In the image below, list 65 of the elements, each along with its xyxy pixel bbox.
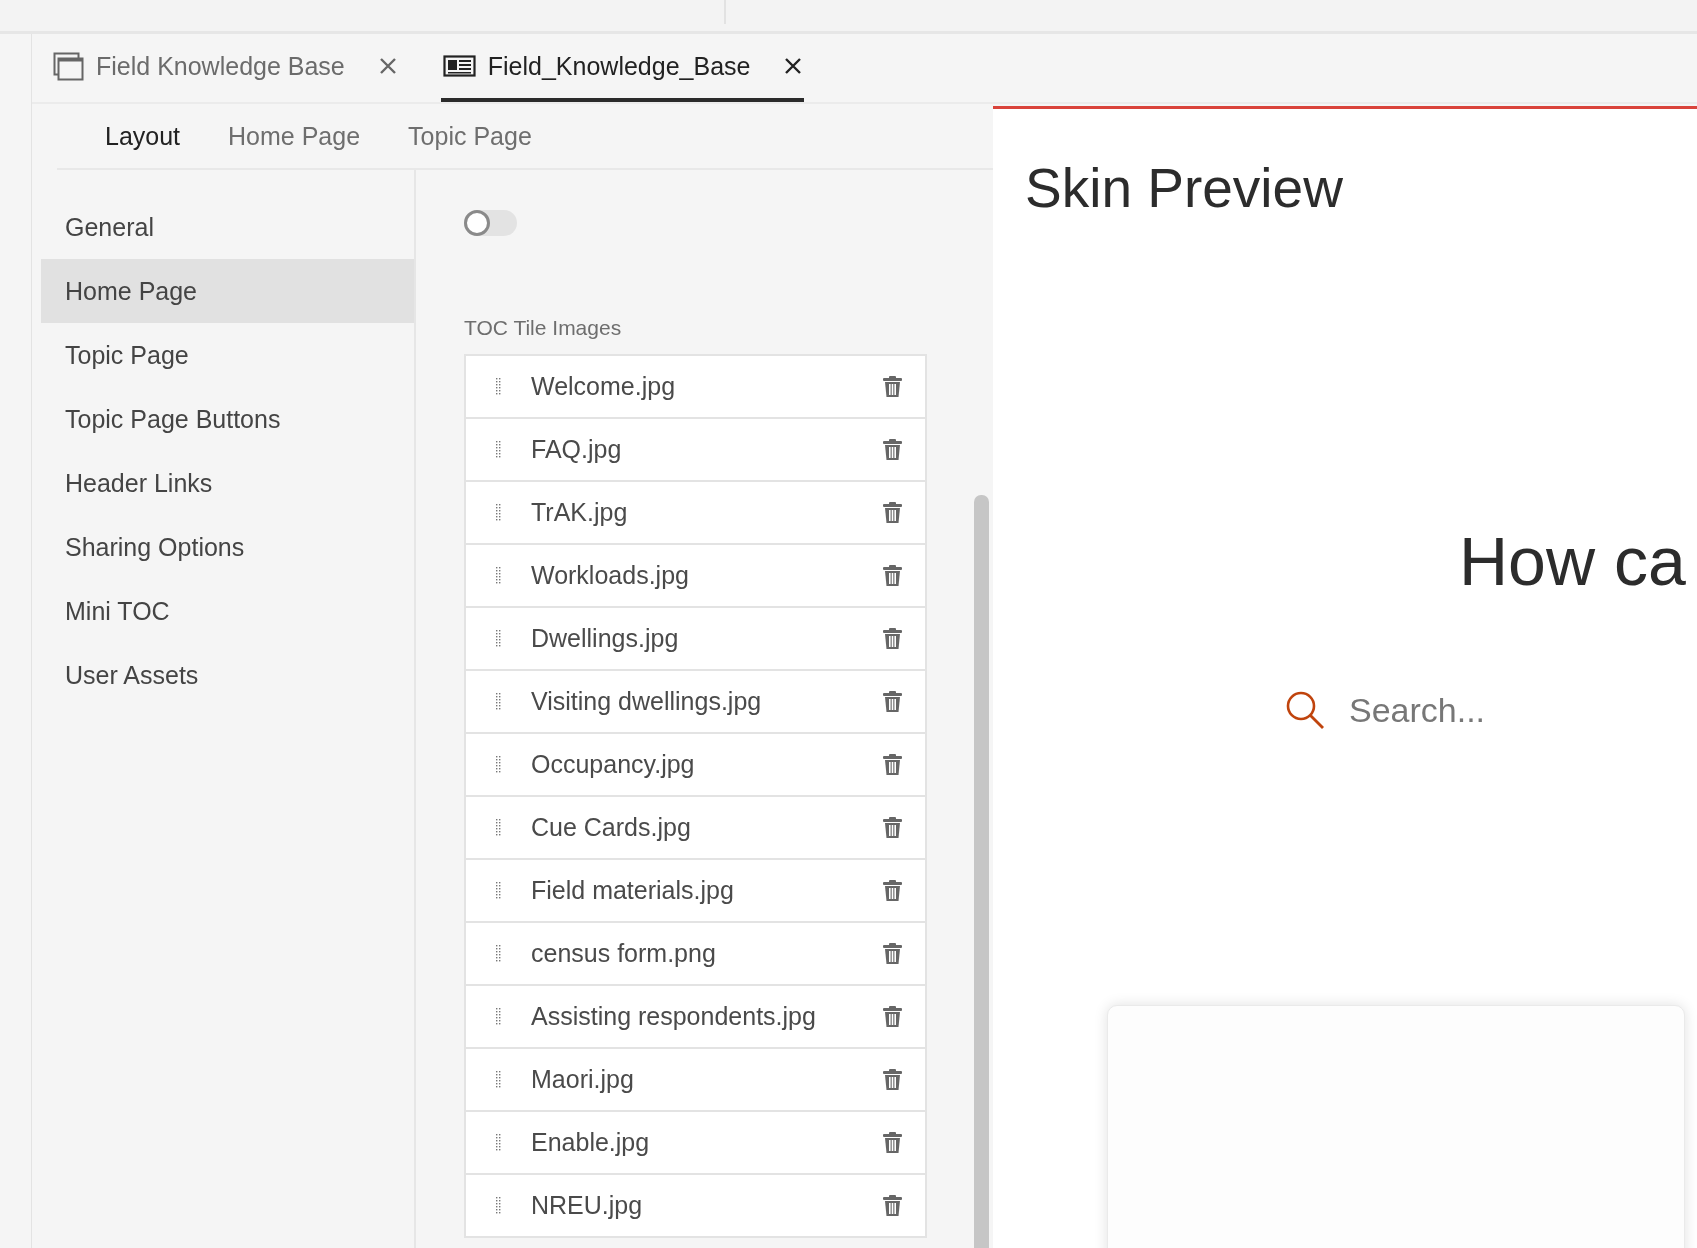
trash-icon[interactable] [883,1006,902,1027]
drag-handle-icon[interactable] [496,1008,501,1025]
preview-title: Skin Preview [1025,161,1344,216]
tab[interactable]: Field Knowledge Base [51,34,399,102]
file-name: NREU.jpg [531,1191,644,1220]
drag-handle-icon[interactable] [496,945,501,962]
sidebar-item[interactable]: Home Page [41,259,414,323]
drag-handle-icon[interactable] [496,567,501,584]
file-name: Visiting dwellings.jpg [531,687,763,716]
drag-handle-icon[interactable] [496,1071,501,1088]
file-name: Occupancy.jpg [531,750,696,779]
trash-icon[interactable] [883,943,902,964]
sidebar-item[interactable]: Header Links [41,451,414,515]
window-icon [53,51,84,81]
drag-handle-icon[interactable] [496,693,501,710]
field-label: TOC Tile Images [464,316,623,340]
sidebar-item[interactable]: Mini TOC [41,579,414,643]
tab[interactable]: Field_Knowledge_Base [440,34,805,102]
trash-icon[interactable] [883,1069,902,1090]
trash-icon[interactable] [883,691,902,712]
sidebar-item[interactable]: User Assets [41,643,414,707]
drag-handle-icon[interactable] [496,882,501,899]
file-name: Dwellings.jpg [531,624,680,653]
tab[interactable]: Topic Page [408,121,532,151]
scrollbar-thumb[interactable] [974,495,989,1248]
trash-icon[interactable] [883,754,902,775]
trash-icon[interactable] [883,817,902,838]
preview-heading: How ca [1459,527,1687,595]
file-name: FAQ.jpg [531,435,623,464]
file-name: census form.png [531,939,717,968]
trash-icon[interactable] [883,880,902,901]
file-name: Cue Cards.jpg [531,813,692,842]
trash-icon[interactable] [883,1195,902,1216]
trash-icon[interactable] [883,439,902,460]
tab[interactable]: Home Page [228,121,361,151]
drag-handle-icon[interactable] [496,756,501,773]
file-name: Field materials.jpg [531,876,735,905]
toggle-switch[interactable] [464,210,517,236]
sidebar-item[interactable]: Topic Page Buttons [41,387,414,451]
trash-icon[interactable] [883,565,902,586]
drag-handle-icon[interactable] [496,1134,501,1151]
drag-handle-icon[interactable] [496,504,501,521]
drag-handle-icon[interactable] [496,441,501,458]
file-name: Enable.jpg [531,1128,651,1157]
trash-icon[interactable] [883,1132,902,1153]
file-name: Assisting respondents.jpg [531,1002,817,1031]
drag-handle-icon[interactable] [496,378,501,395]
document-icon [442,55,476,77]
file-name: Workloads.jpg [531,561,690,590]
drag-handle-icon[interactable] [496,1197,501,1214]
sidebar-item[interactable]: General [41,195,414,259]
search-field[interactable]: Search... [1285,690,1585,730]
trash-icon[interactable] [883,628,902,649]
tab[interactable]: Layout [105,121,181,151]
drag-handle-icon[interactable] [496,819,501,836]
file-name: Welcome.jpg [531,372,677,401]
trash-icon[interactable] [883,502,902,523]
sidebar-item[interactable]: Topic Page [41,323,414,387]
file-name: Maori.jpg [531,1065,635,1094]
file-name: TrAK.jpg [531,498,629,527]
sidebar-item[interactable]: Sharing Options [41,515,414,579]
search-icon [1285,690,1325,730]
trash-icon[interactable] [883,376,902,397]
close-icon[interactable] [784,57,803,75]
drag-handle-icon[interactable] [496,630,501,647]
